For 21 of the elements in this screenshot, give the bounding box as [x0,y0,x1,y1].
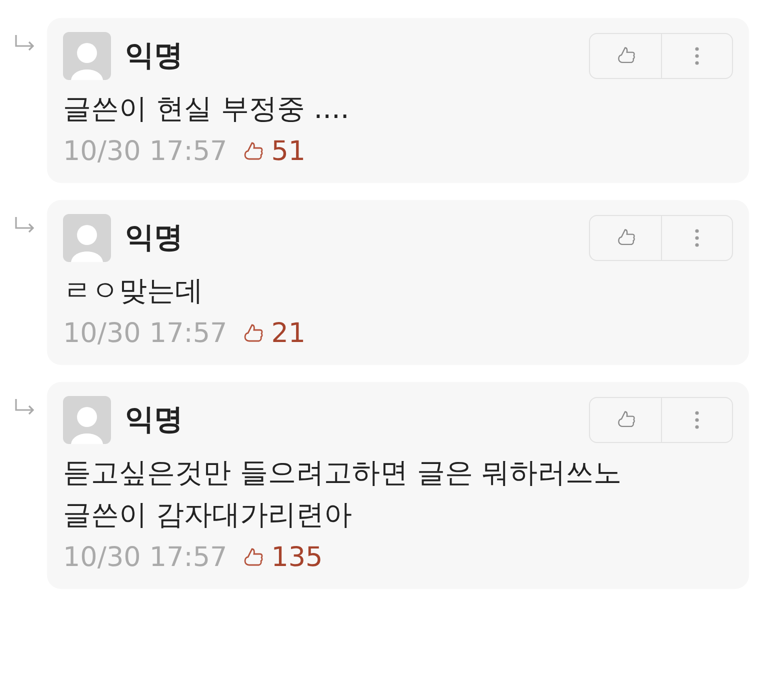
like-count: 135 [271,542,323,573]
author-name: 익명 [125,401,183,438]
timestamp: 10/30 17:57 [63,318,228,349]
like-count: 51 [271,136,306,167]
more-icon [694,410,700,430]
comment-text: 글쓴이 현실 부정중 .... [63,91,350,127]
reply-arrow-icon [14,34,36,52]
author-name: 익명 [125,37,183,74]
author-name: 익명 [125,219,183,256]
comment-text: 듣고싶은것만 들으려고하면 글은 뭐하러쓰노 글쓴이 감자대가리련아 [63,455,623,533]
reply-arrow-icon [14,216,36,234]
like-count: 21 [271,318,306,349]
timestamp: 10/30 17:57 [63,542,228,573]
more-icon [694,228,700,248]
comment-text: ㄹㅇ맞는데 [63,273,204,309]
timestamp: 10/30 17:57 [63,136,228,167]
more-icon [694,46,700,66]
reply-arrow-icon [14,398,36,416]
avatar-icon [63,214,111,262]
avatar-icon [63,32,111,80]
avatar-icon [63,396,111,444]
